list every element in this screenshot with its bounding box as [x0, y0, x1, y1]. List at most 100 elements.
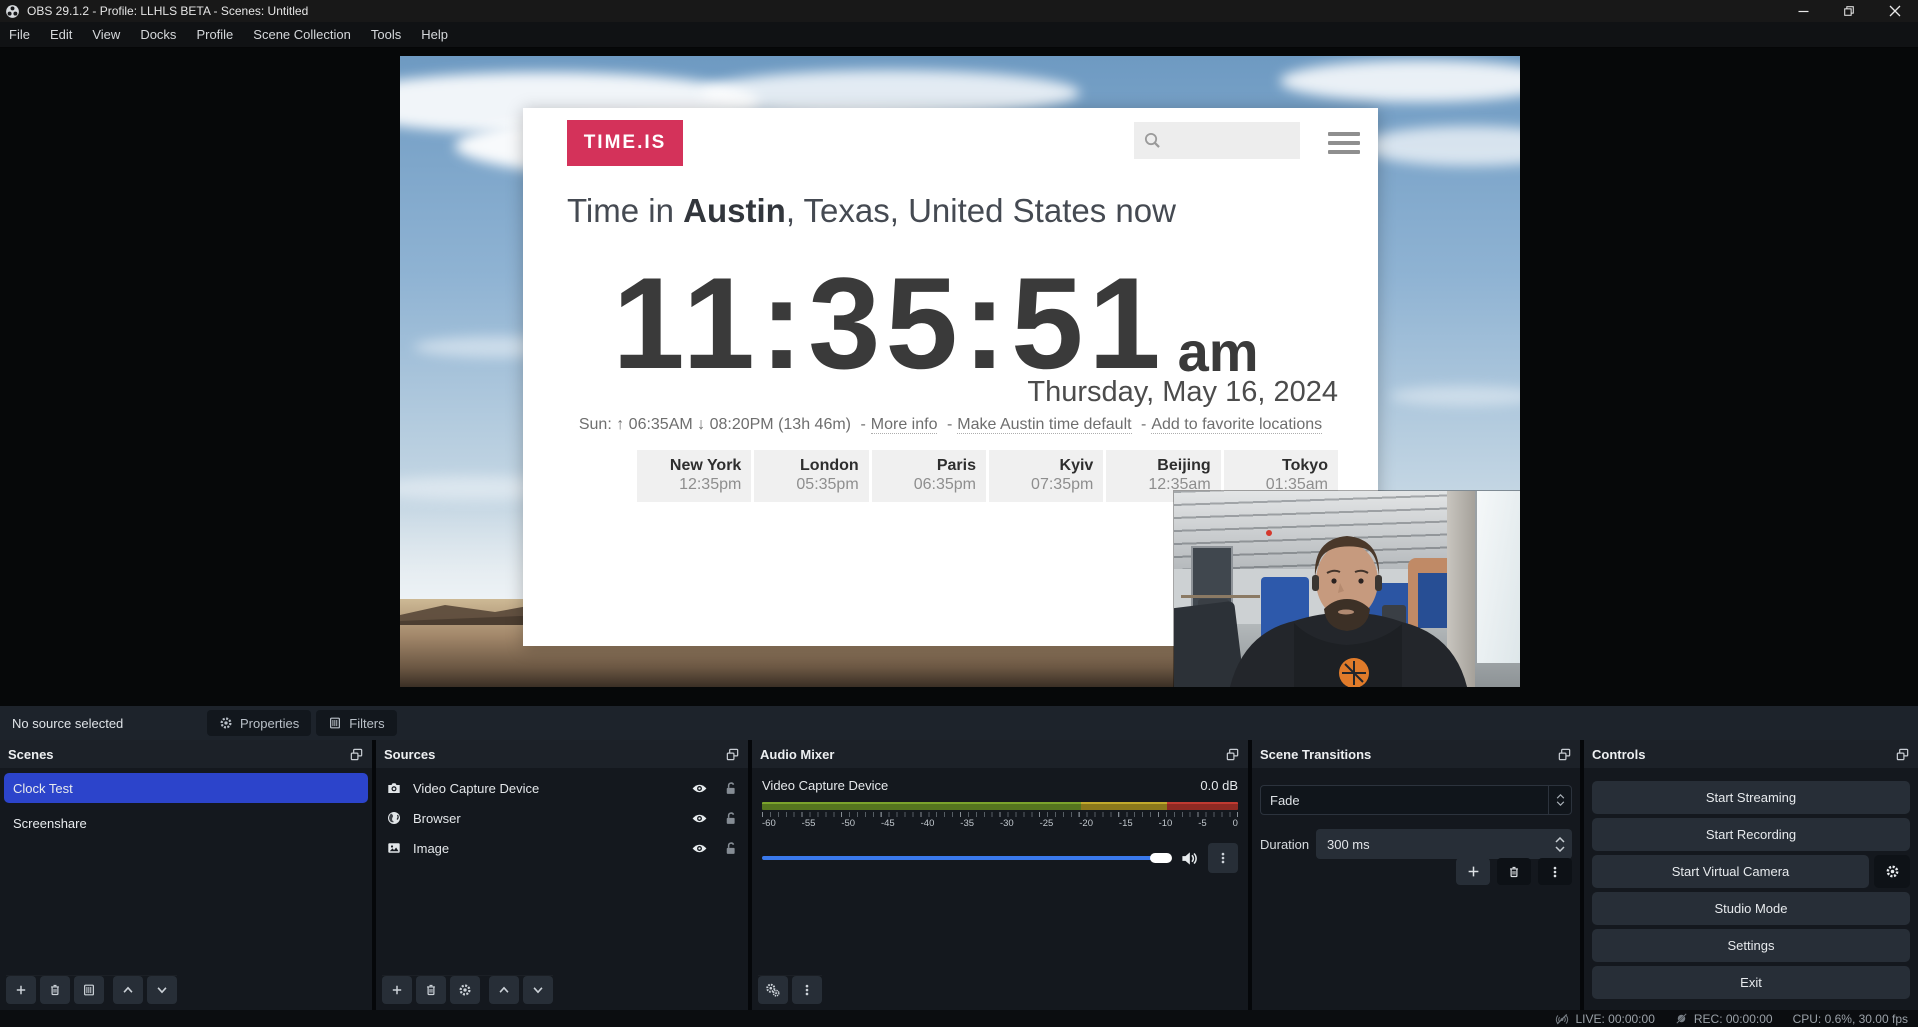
duration-label: Duration	[1260, 837, 1316, 852]
speaker-icon[interactable]	[1180, 849, 1199, 868]
start-virtual-camera-button[interactable]: Start Virtual Camera	[1592, 855, 1869, 888]
sources-panel: Sources Video Capture Device	[376, 740, 748, 1010]
transition-select[interactable]: Fade	[1260, 785, 1572, 815]
source-properties-button[interactable]	[450, 976, 480, 1004]
mixer-title: Audio Mixer	[760, 747, 834, 762]
start-streaming-button[interactable]: Start Streaming	[1592, 781, 1910, 814]
studio-mode-button[interactable]: Studio Mode	[1592, 892, 1910, 925]
popout-icon	[1557, 747, 1572, 762]
duration-spinner-arrows[interactable]	[1555, 837, 1572, 852]
clock-display: 11:35:51 am	[523, 258, 1348, 388]
search-input[interactable]	[1134, 122, 1300, 159]
menu-edit[interactable]: Edit	[40, 22, 82, 47]
sources-title: Sources	[384, 747, 435, 762]
city-cell[interactable]: New York12:35pm	[637, 450, 751, 502]
menu-view[interactable]: View	[82, 22, 130, 47]
source-row-video-capture[interactable]: Video Capture Device	[376, 773, 748, 803]
add-scene-button[interactable]	[6, 976, 36, 1004]
menu-scene-collection[interactable]: Scene Collection	[243, 22, 361, 47]
menu-bar: File Edit View Docks Profile Scene Colle…	[0, 22, 1918, 48]
more-info-link[interactable]: More info	[871, 416, 938, 434]
remove-transition-button[interactable]	[1497, 858, 1531, 885]
audio-mixer-panel: Audio Mixer Video Capture Device 0.0 dB	[752, 740, 1248, 1010]
cloud	[1390, 386, 1520, 406]
city-cell[interactable]: Kyiv07:35pm	[989, 450, 1103, 502]
sun-info-line: Sun: ↑ 06:35AM ↓ 08:20PM (13h 46m) -More…	[523, 416, 1378, 434]
webcam-overlay[interactable]	[1174, 491, 1520, 687]
preview-area: TIME.IS Time in Austin, Texas, United St…	[0, 48, 1918, 706]
rec-status: REC: 00:00:00	[1675, 1012, 1773, 1026]
scene-filters-button[interactable]	[74, 976, 104, 1004]
volume-meter	[762, 802, 1238, 810]
current-date: Thursday, May 16, 2024	[1027, 376, 1338, 409]
popout-icon	[349, 747, 364, 762]
mixer-channel-menu-button[interactable]	[1208, 843, 1238, 873]
title-bar: OBS 29.1.2 - Profile: LLHLS BETA - Scene…	[0, 0, 1918, 22]
globe-icon	[386, 810, 402, 826]
city-name: Austin	[683, 192, 786, 229]
move-source-down-button[interactable]	[523, 976, 553, 1004]
page-title: Time in Austin, Texas, United States now	[567, 192, 1176, 230]
window-title: OBS 29.1.2 - Profile: LLHLS BETA - Scene…	[27, 4, 308, 18]
add-transition-button[interactable]	[1456, 858, 1490, 885]
mixer-menu-button[interactable]	[792, 976, 822, 1004]
popout-icon	[725, 747, 740, 762]
unlock-icon[interactable]	[723, 781, 738, 796]
advanced-audio-button[interactable]	[758, 976, 788, 1004]
transition-menu-button[interactable]	[1538, 858, 1572, 885]
sun-times: Sun: ↑ 06:35AM ↓ 08:20PM (13h 46m)	[579, 416, 851, 433]
menu-file[interactable]: File	[0, 22, 40, 47]
menu-help[interactable]: Help	[411, 22, 458, 47]
mixer-db-value: 0.0 dB	[1200, 778, 1238, 793]
restore-button[interactable]	[1826, 0, 1872, 22]
city-cell[interactable]: Paris06:35pm	[872, 450, 986, 502]
move-scene-down-button[interactable]	[147, 976, 177, 1004]
transitions-title: Scene Transitions	[1260, 747, 1371, 762]
unlock-icon[interactable]	[723, 811, 738, 826]
status-bar: LIVE: 00:00:00 REC: 00:00:00 CPU: 0.6%, …	[0, 1010, 1918, 1027]
properties-button[interactable]: Properties	[207, 710, 311, 736]
duration-spinbox[interactable]: 300 ms	[1316, 829, 1572, 859]
volume-slider-handle[interactable]	[1150, 853, 1172, 863]
visibility-eye-icon[interactable]	[691, 810, 708, 827]
stream-inactive-icon	[1555, 1012, 1569, 1026]
scenes-panel: Scenes Clock Test Screenshare	[0, 740, 372, 1010]
hamburger-menu-icon[interactable]	[1328, 132, 1360, 154]
clock-time: 11:35:51	[612, 258, 1165, 388]
menu-profile[interactable]: Profile	[186, 22, 243, 47]
remove-source-button[interactable]	[416, 976, 446, 1004]
camera-icon	[386, 780, 402, 796]
filter-icon	[328, 716, 342, 730]
move-scene-up-button[interactable]	[113, 976, 143, 1004]
scene-item-screenshare[interactable]: Screenshare	[4, 808, 368, 838]
menu-tools[interactable]: Tools	[361, 22, 411, 47]
make-default-link[interactable]: Make Austin time default	[957, 416, 1131, 434]
start-recording-button[interactable]: Start Recording	[1592, 818, 1910, 851]
add-source-button[interactable]	[382, 976, 412, 1004]
exit-button[interactable]: Exit	[1592, 966, 1910, 999]
move-source-up-button[interactable]	[489, 976, 519, 1004]
timeis-logo[interactable]: TIME.IS	[567, 120, 683, 166]
visibility-eye-icon[interactable]	[691, 780, 708, 797]
cpu-fps-status: CPU: 0.6%, 30.00 fps	[1793, 1012, 1908, 1026]
source-row-browser[interactable]: Browser	[376, 803, 748, 833]
city-cell[interactable]: London05:35pm	[754, 450, 868, 502]
menu-docks[interactable]: Docks	[130, 22, 186, 47]
source-row-image[interactable]: Image	[376, 833, 748, 863]
visibility-eye-icon[interactable]	[691, 840, 708, 857]
image-icon	[386, 840, 402, 856]
virtual-camera-settings-button[interactable]	[1874, 855, 1910, 888]
scene-item-clock-test[interactable]: Clock Test	[4, 773, 368, 803]
volume-slider[interactable]	[762, 856, 1171, 860]
close-button[interactable]	[1872, 0, 1918, 22]
unlock-icon[interactable]	[723, 841, 738, 856]
preview-canvas[interactable]: TIME.IS Time in Austin, Texas, United St…	[400, 56, 1520, 687]
filters-button[interactable]: Filters	[316, 710, 396, 736]
meter-ruler	[762, 812, 1238, 817]
select-spinner-icon[interactable]	[1548, 786, 1571, 814]
settings-button[interactable]: Settings	[1592, 929, 1910, 962]
add-favorite-link[interactable]: Add to favorite locations	[1151, 416, 1322, 434]
minimize-button[interactable]	[1780, 0, 1826, 22]
record-inactive-icon	[1675, 1012, 1688, 1025]
remove-scene-button[interactable]	[40, 976, 70, 1004]
